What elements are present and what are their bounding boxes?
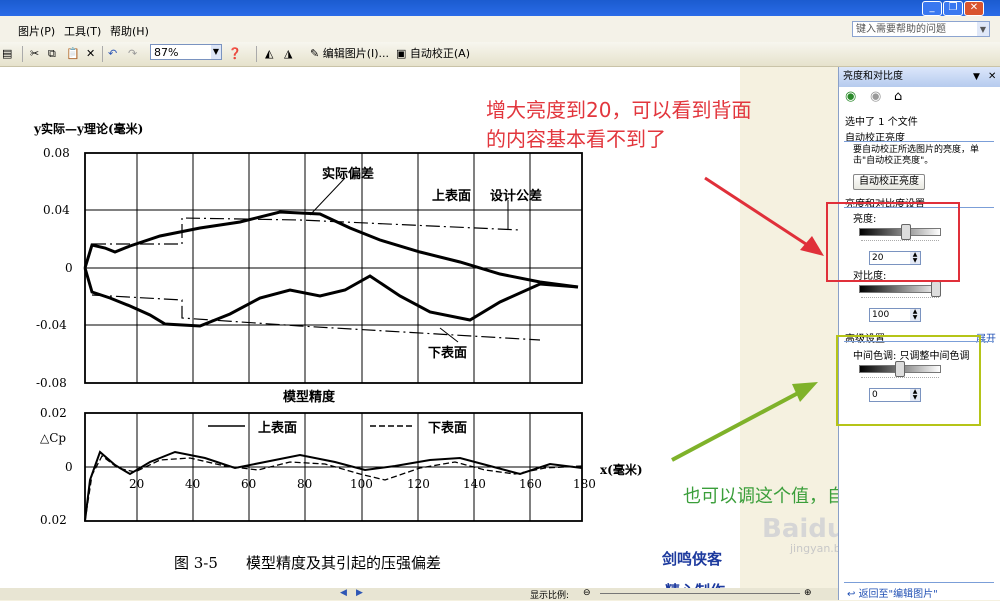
paste-icon[interactable]: 📋 [66, 46, 80, 62]
pane-title: 亮度和对比度 [843, 71, 903, 82]
close-button[interactable]: ✕ [964, 1, 984, 16]
selected-count: 选中了 1 个文件 [845, 117, 918, 128]
rotate-right-icon[interactable]: ◮ [284, 46, 292, 62]
back-to-edit-link[interactable]: ↩ 返回至"编辑图片" [847, 585, 938, 600]
toolbar-separator [22, 46, 23, 62]
home-icon[interactable]: ⌂ [894, 89, 902, 104]
x-tick: 140 [463, 477, 486, 491]
document-area [0, 67, 837, 588]
delete-icon[interactable]: ✕ [86, 46, 95, 62]
zoom-out-icon[interactable]: ⊖ [583, 588, 591, 598]
help-placeholder: 键入需要帮助的问题 [856, 24, 946, 35]
lower-y-tick: 0 [65, 460, 73, 474]
menu-tools[interactable]: 工具(T) [64, 23, 101, 39]
actual-deviation-label: 实际偏差 [322, 167, 375, 182]
next-page-icon[interactable]: ▶ [356, 588, 363, 598]
menu-bar: 图片(P) 工具(T) 帮助(H) [0, 16, 1000, 43]
x-tick: 40 [185, 477, 201, 491]
auto-brightness-button[interactable]: 自动校正亮度 [853, 174, 925, 190]
x-tick: 180 [573, 477, 596, 491]
x-unit-label: x(毫米) [600, 463, 643, 477]
chevron-down-icon[interactable]: ▼ [977, 22, 989, 36]
x-tick: 100 [350, 477, 373, 491]
spin-arrows-icon[interactable]: ▲ ▼ [910, 309, 920, 321]
cut-icon[interactable]: ✂ [30, 46, 39, 62]
menu-help[interactable]: 帮助(H) [110, 23, 149, 39]
contrast-input[interactable]: 100 ▲ ▼ [869, 308, 921, 322]
auto-correct-label: 自动校正(A) [409, 47, 470, 60]
redo-icon[interactable]: ↷ [128, 46, 137, 62]
undo-icon[interactable]: ↶ [108, 46, 117, 62]
auto-description: 要自动校正所选图片的亮度，单击"自动校正亮度"。 [853, 145, 980, 166]
zoom-select[interactable]: 87% ▼ [150, 44, 222, 60]
x-tick: 160 [519, 477, 542, 491]
pane-header: 亮度和对比度 ▼ ✕ [839, 67, 1000, 87]
delta-cp-label: △Cp [40, 431, 67, 445]
edit-picture-label: 编辑图片(I)... [322, 47, 390, 60]
y-tick: 0 [65, 261, 73, 275]
pane-menu-icon[interactable]: ▼ [973, 67, 980, 87]
contrast-value: 100 [872, 310, 890, 320]
legend-lower-label: 下表面 [428, 421, 468, 436]
auto-correct-button[interactable]: ▣ 自动校正(A) [396, 46, 470, 62]
upper-surface-label: 上表面 [432, 189, 472, 204]
prev-page-icon[interactable]: ◀ [340, 588, 347, 598]
display-ratio-label: 显示比例: [530, 591, 570, 601]
back-to-edit-label: 返回至"编辑图片" [858, 589, 938, 600]
help-search-input[interactable]: 键入需要帮助的问题 ▼ [852, 21, 990, 37]
pane-close-icon[interactable]: ✕ [988, 67, 996, 87]
x-tick: 80 [297, 477, 313, 491]
contrast-slider[interactable] [859, 285, 941, 293]
forward-icon[interactable]: ◉ [870, 89, 881, 104]
y-tick: 0.08 [43, 146, 70, 160]
toolbar-separator [256, 46, 257, 62]
print-icon[interactable]: ▤ [2, 46, 12, 62]
back-icon[interactable]: ◉ [845, 89, 856, 104]
y-tick: 0.04 [43, 203, 70, 217]
lower-surface-label: 下表面 [428, 346, 468, 361]
chevron-down-icon[interactable]: ▼ [211, 45, 221, 59]
lower-y-tick: 0.02 [40, 406, 67, 420]
slider-ticks [861, 297, 939, 301]
copy-icon[interactable]: ⧉ [48, 46, 56, 62]
minimize-button[interactable]: _ [922, 1, 942, 16]
toolbar-separator [102, 46, 103, 62]
y-tick: -0.04 [36, 318, 67, 332]
midtone-highlight-box [836, 335, 981, 426]
design-tolerance-label: 设计公差 [490, 189, 543, 204]
window-titlebar: _ ❐ ✕ [0, 0, 1000, 16]
zoom-slider[interactable] [600, 593, 800, 594]
caption-number: 图 3-5 [174, 554, 218, 572]
red-annotation-line2: 的内容基本看不到了 [486, 127, 666, 151]
red-annotation-line1: 增大亮度到20，可以看到背面 [486, 98, 752, 122]
rotate-left-icon[interactable]: ◭ [265, 46, 273, 62]
brightness-highlight-box [826, 202, 960, 282]
zoom-value: 87% [154, 46, 179, 59]
x-tick: 120 [407, 477, 430, 491]
section-divider [844, 582, 994, 583]
legend-upper-label: 上表面 [258, 421, 298, 436]
contrast-thumb[interactable] [931, 281, 941, 297]
model-precision-label: 模型精度 [283, 390, 336, 405]
section-divider [844, 141, 994, 142]
y-axis-title: y实际—y理论(毫米) [34, 122, 144, 136]
lower-y-tick: 0.02 [40, 513, 67, 527]
x-tick: 60 [241, 477, 257, 491]
restore-button[interactable]: ❐ [943, 1, 963, 16]
zoom-in-icon[interactable]: ⊕ [804, 588, 812, 598]
x-tick: 20 [129, 477, 145, 491]
caption-text: 模型精度及其引起的压强偏差 [246, 554, 442, 572]
menu-picture[interactable]: 图片(P) [18, 23, 55, 39]
edit-picture-button[interactable]: ✎ 编辑图片(I)... [310, 46, 389, 62]
y-tick: -0.08 [36, 376, 67, 390]
task-pane: 亮度和对比度 ▼ ✕ ◉ ◉ ⌂ 选中了 1 个文件 自动校正亮度 要自动校正所… [838, 67, 1000, 600]
help-icon[interactable]: ❓ [228, 46, 242, 62]
author-watermark-line1: 剑鸣侠客 [662, 550, 723, 568]
status-bar: ◀ ▶ 显示比例: ⊖ ⊕ [0, 588, 838, 601]
